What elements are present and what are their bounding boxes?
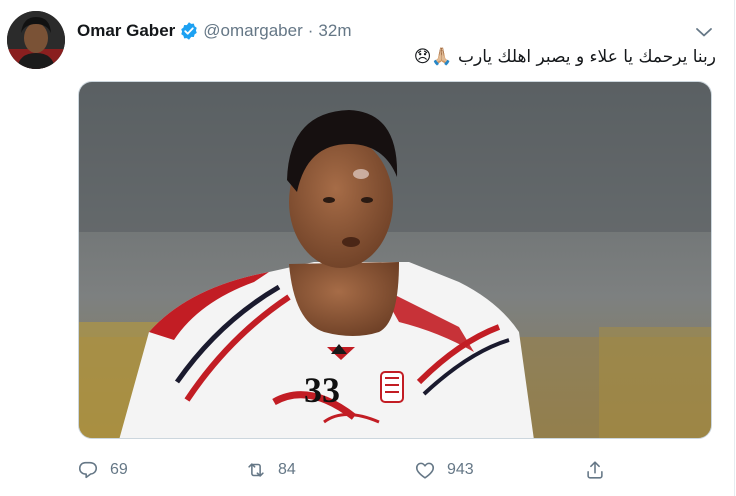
separator-dot: · <box>307 21 314 40</box>
reply-icon <box>78 461 98 479</box>
heart-icon <box>415 462 435 479</box>
avatar[interactable] <box>7 11 65 69</box>
share-button[interactable] <box>584 452 617 488</box>
tweet-media-photo[interactable]: 33 <box>78 81 712 439</box>
retweet-count: 84 <box>278 461 296 478</box>
like-button[interactable]: 943 <box>414 452 474 488</box>
share-icon <box>587 461 603 479</box>
like-count: 943 <box>447 461 474 478</box>
verified-badge-icon <box>181 22 198 40</box>
chevron-down-icon[interactable] <box>692 20 716 44</box>
retweet-button[interactable]: 84 <box>245 452 296 488</box>
tweet[interactable]: Omar Gaber @omargaber · 32m ربنا يرحمك ي… <box>0 0 735 496</box>
author-name[interactable]: Omar Gaber <box>77 21 175 41</box>
reply-count: 69 <box>110 461 128 478</box>
author-handle[interactable]: @omargaber <box>203 21 302 41</box>
jersey-number: 33 <box>304 370 340 410</box>
tweet-actions: 69 84 943 <box>77 452 637 488</box>
tweet-text: ربنا يرحمك يا علاء و يصبر اهلك يارب 🙏🏼😞 <box>413 47 716 67</box>
tweet-header: Omar Gaber @omargaber · 32m <box>77 20 351 42</box>
retweet-icon <box>248 463 264 477</box>
reply-button[interactable]: 69 <box>77 452 128 488</box>
tweet-timestamp[interactable]: 32m <box>318 21 351 41</box>
